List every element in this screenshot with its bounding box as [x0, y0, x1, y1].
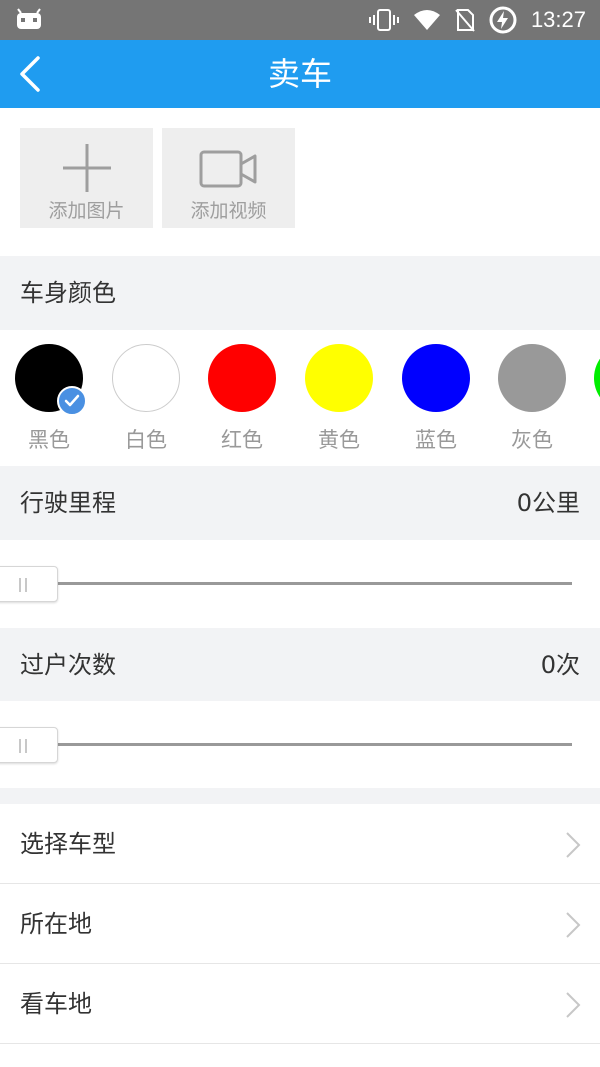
- list-item-label: 所在地: [20, 910, 92, 938]
- transfers-slider-thumb[interactable]: [0, 727, 58, 763]
- selected-check-icon: [57, 386, 87, 416]
- mileage-header: 行驶里程 0公里: [0, 466, 600, 540]
- no-sim-icon: [455, 9, 475, 32]
- plus-icon: [62, 144, 111, 192]
- location-row[interactable]: 所在地: [0, 884, 600, 964]
- swatch-gray[interactable]: [498, 344, 566, 412]
- add-photo-button[interactable]: 添加图片: [20, 128, 153, 228]
- swatch-label-yellow: 黄色: [318, 428, 360, 452]
- transfers-title: 过户次数: [20, 651, 116, 679]
- swatch-white[interactable]: [112, 344, 180, 412]
- swatch-blue[interactable]: [402, 344, 470, 412]
- color-section-title: 车身颜色: [20, 279, 116, 307]
- android-icon: [17, 8, 41, 29]
- vibrate-icon: [368, 9, 399, 31]
- add-photo-label: 添加图片: [48, 200, 125, 222]
- swatch-green[interactable]: [594, 344, 600, 412]
- swatch-label-gray: 灰色: [511, 428, 553, 452]
- status-bar: 13:27: [0, 0, 600, 40]
- swatch-label-black: 黑色: [28, 428, 70, 452]
- color-section-header: 车身颜色: [0, 256, 600, 330]
- chevron-right-icon: [566, 992, 581, 1018]
- viewing-location-row[interactable]: 看车地: [0, 964, 600, 1044]
- chevron-right-icon: [566, 832, 581, 858]
- video-camera-icon: [199, 150, 256, 188]
- section-divider: [0, 788, 600, 804]
- battery-charging-icon: [489, 6, 517, 34]
- mileage-slider[interactable]: [0, 540, 600, 628]
- app-bar: 卖车: [0, 40, 600, 108]
- swatch-label-white: 白色: [125, 428, 167, 452]
- transfers-slider[interactable]: [0, 701, 600, 789]
- mileage-slider-thumb[interactable]: [0, 566, 58, 602]
- mileage-title: 行驶里程: [20, 489, 116, 517]
- list-item-label: 看车地: [20, 990, 92, 1018]
- wifi-icon: [413, 10, 440, 30]
- grip-icon: [19, 578, 31, 592]
- transfers-header: 过户次数 0次: [0, 628, 600, 702]
- color-swatch-list[interactable]: 黑色 白色 红色 黄色 蓝色 灰色: [0, 330, 600, 466]
- mileage-value: 0公里: [516, 489, 580, 517]
- swatch-yellow[interactable]: [305, 344, 373, 412]
- add-video-label: 添加视频: [190, 200, 267, 222]
- select-car-model-row[interactable]: 选择车型: [0, 804, 600, 884]
- swatch-label-red: 红色: [221, 428, 263, 452]
- page-title: 卖车: [267, 55, 332, 93]
- clock: 13:27: [530, 7, 586, 32]
- list-item-label: 选择车型: [20, 830, 116, 858]
- media-section: 添加图片 添加视频: [0, 108, 600, 256]
- grip-icon: [19, 739, 31, 753]
- swatch-red[interactable]: [208, 344, 276, 412]
- add-video-button[interactable]: 添加视频: [162, 128, 295, 228]
- swatch-label-blue: 蓝色: [415, 428, 457, 452]
- swatch-black[interactable]: [15, 344, 87, 416]
- transfers-slider-track[interactable]: [58, 743, 572, 746]
- mileage-slider-track[interactable]: [58, 582, 572, 585]
- chevron-right-icon: [566, 912, 581, 938]
- transfers-value: 0次: [540, 651, 580, 679]
